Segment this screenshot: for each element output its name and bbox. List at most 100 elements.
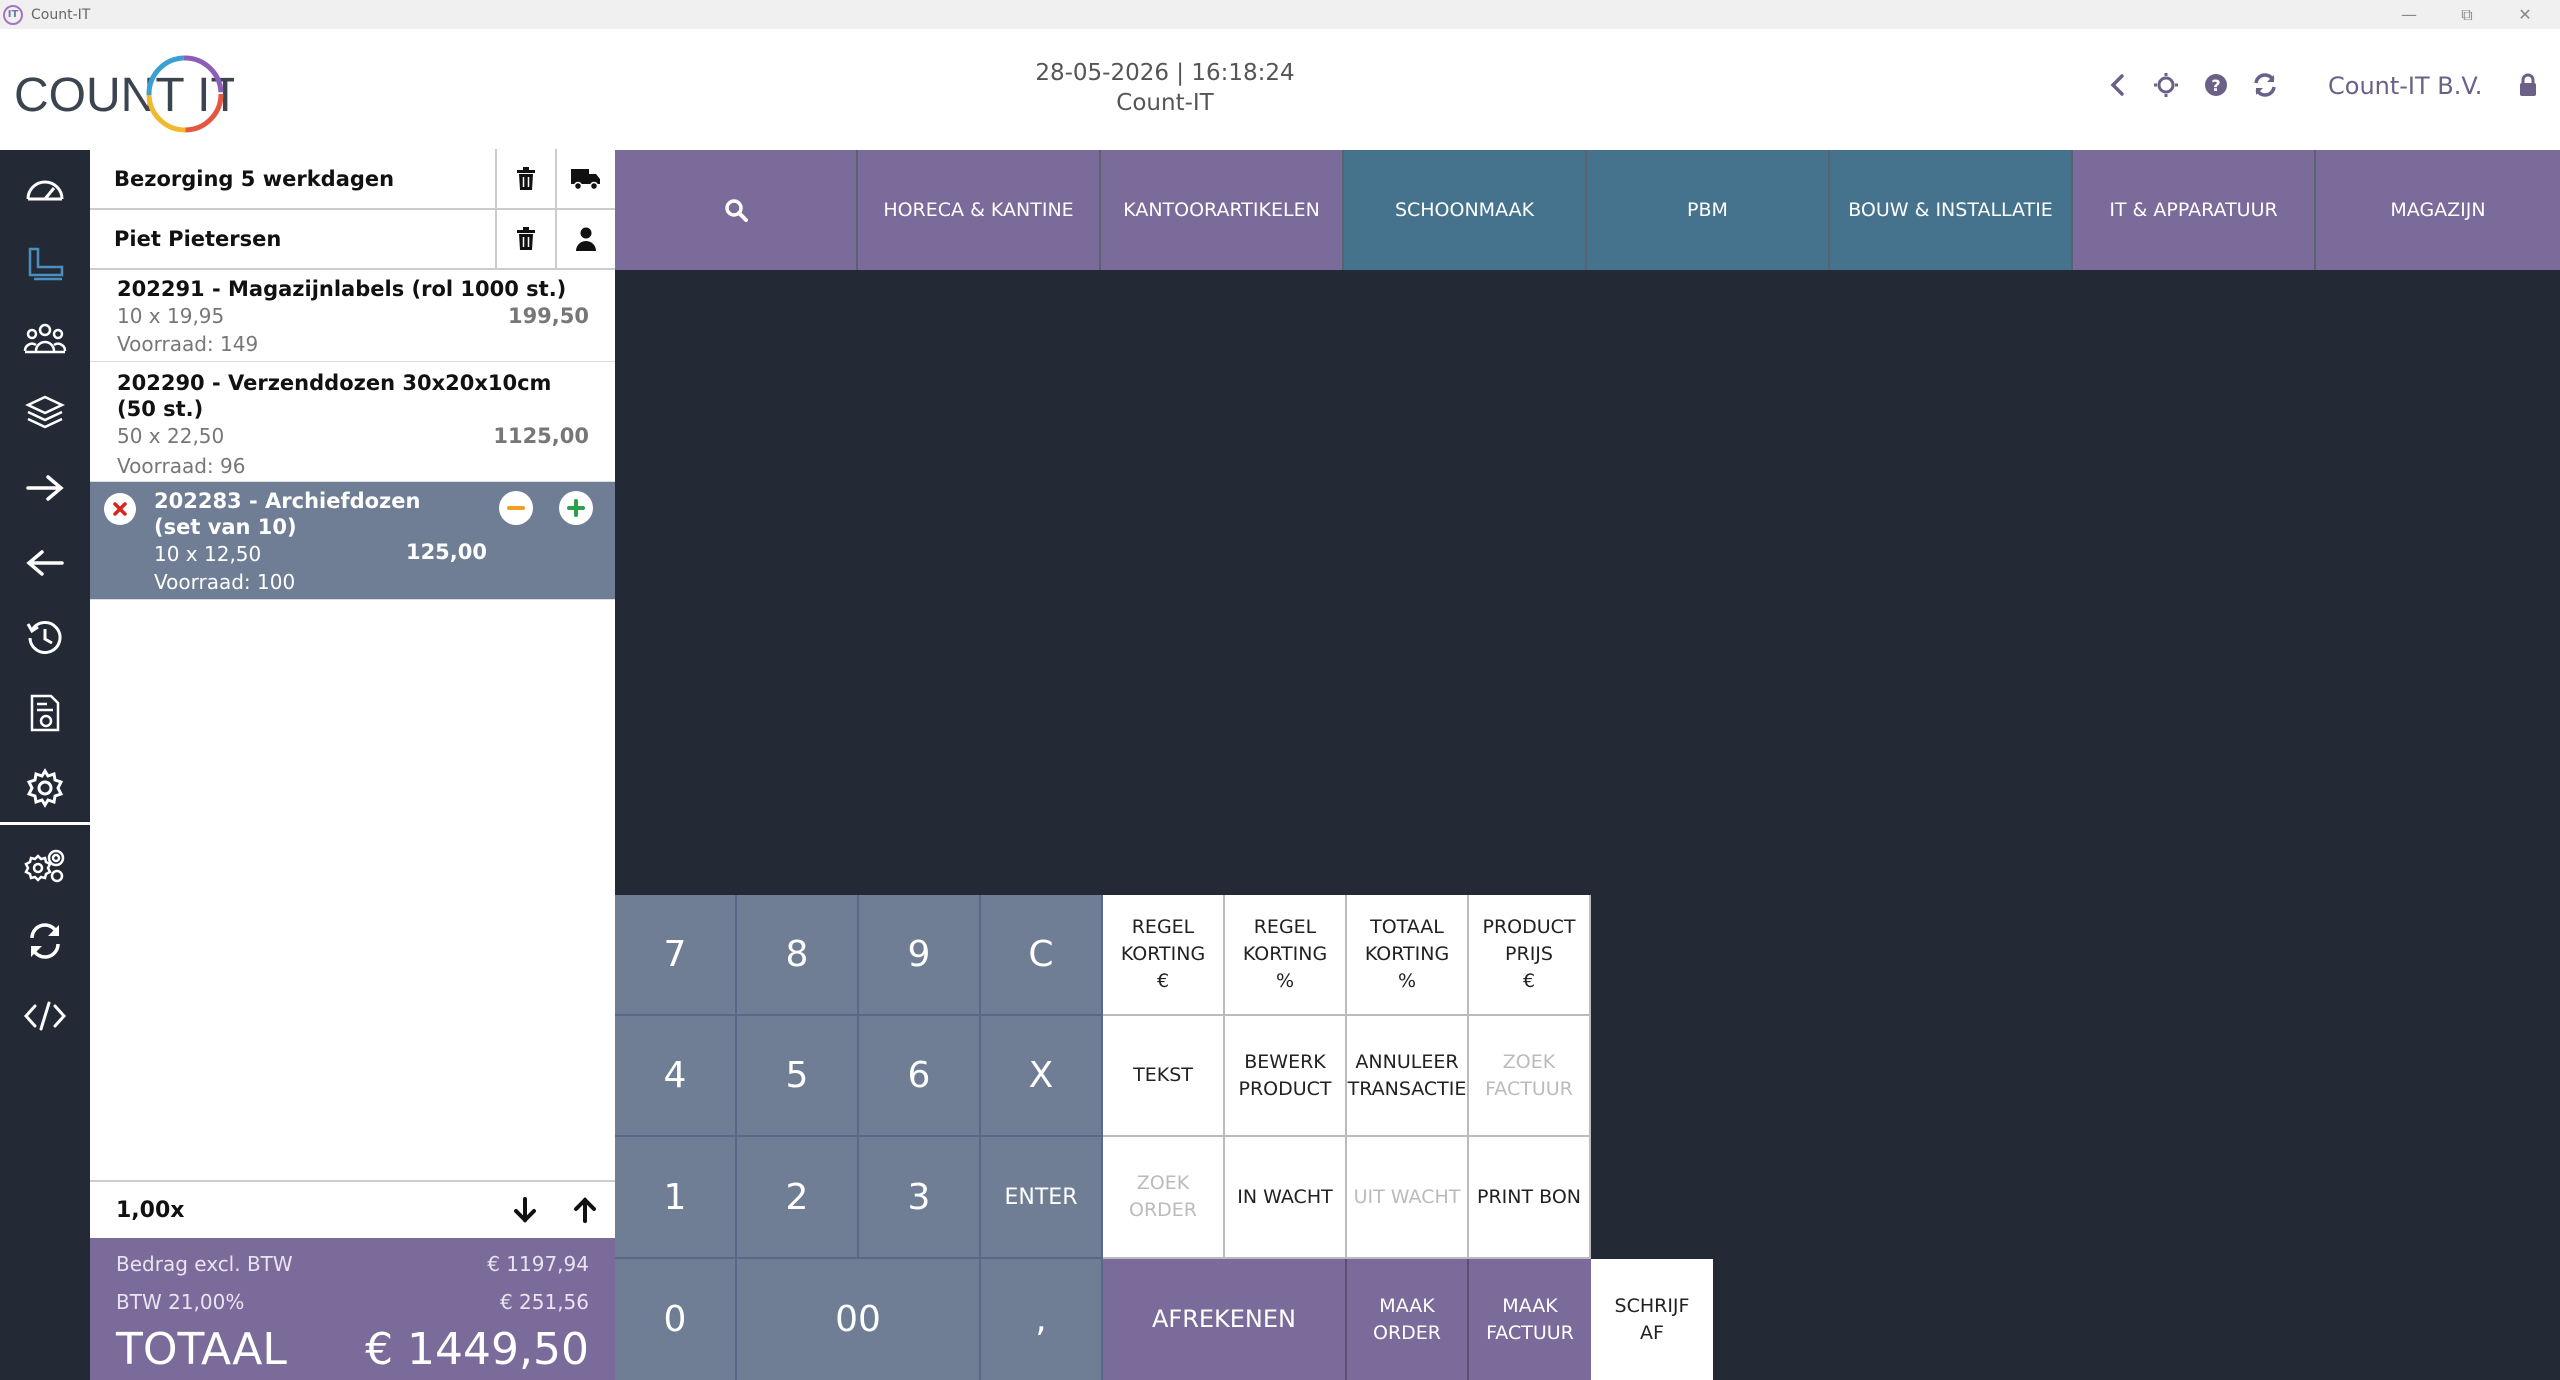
regel-korting-eur-button[interactable]: REGEL KORTING € (1103, 895, 1225, 1016)
key-8[interactable]: 8 (737, 895, 859, 1016)
minimize-button[interactable]: — (2380, 0, 2438, 29)
subtotal-value: € 1197,94 (487, 1252, 589, 1276)
delivery-truck-button[interactable] (555, 149, 615, 209)
quantity-down-button[interactable] (495, 1196, 555, 1224)
search-icon (724, 199, 748, 222)
category-bouw[interactable]: BOUW & INSTALLATIE (1830, 150, 2073, 270)
delete-customer-button[interactable] (495, 209, 555, 269)
header-subtitle: Count-IT (1116, 90, 1214, 116)
customer-row[interactable]: Piet Pietersen (90, 209, 615, 270)
sidebar-item-dashboard[interactable] (0, 150, 90, 225)
key-9[interactable]: 9 (859, 895, 981, 1016)
app-icon: IT (3, 4, 23, 25)
vat-line: BTW 21,00% € 251,56 (116, 1290, 589, 1314)
quantity-up-button[interactable] (555, 1196, 615, 1224)
report-icon (30, 694, 60, 731)
sidebar-item-history[interactable] (0, 600, 90, 675)
increase-qty-button[interactable] (558, 490, 594, 530)
sidebar-separator (0, 822, 90, 825)
sidebar-item-products[interactable] (0, 375, 90, 450)
key-2[interactable]: 2 (737, 1137, 859, 1259)
print-bon-button[interactable]: PRINT BON (1469, 1137, 1591, 1259)
item-qty-price: 10 x 12,50 (154, 542, 262, 566)
sidebar-item-settings[interactable] (0, 750, 90, 825)
zoek-order-button[interactable]: ZOEK ORDER (1103, 1137, 1225, 1259)
gear-icon (26, 767, 64, 808)
delete-delivery-button[interactable] (495, 149, 555, 209)
sidebar-item-advanced-settings[interactable] (0, 828, 90, 903)
key-5[interactable]: 5 (737, 1016, 859, 1137)
key-0[interactable]: 0 (615, 1259, 737, 1380)
bewerk-product-button[interactable]: BEWERK PRODUCT (1225, 1016, 1347, 1137)
sidebar-item-customers[interactable] (0, 300, 90, 375)
sidebar-item-register[interactable] (0, 225, 90, 300)
restore-button[interactable]: ⧉ (2438, 0, 2496, 29)
help-icon[interactable]: ? (2201, 70, 2231, 100)
refresh-icon[interactable] (2250, 70, 2280, 100)
lock-icon[interactable] (2513, 70, 2543, 100)
afrekenen-button[interactable]: AFREKENEN (1103, 1259, 1347, 1380)
arrow-up-icon (574, 1197, 596, 1223)
sidebar-item-checkin[interactable] (0, 450, 90, 525)
category-bar: HORECA & KANTINE KANTOORARTIKELEN SCHOON… (615, 150, 2560, 270)
datetime: 28-05-2026 | 16:18:24 (1035, 60, 1295, 86)
delivery-row[interactable]: Bezorging 5 werkdagen (90, 149, 615, 210)
in-wacht-button[interactable]: IN WACHT (1225, 1137, 1347, 1259)
cart-item[interactable]: 202290 - Verzenddozen 30x20x10cm (50 st.… (90, 362, 615, 482)
back-icon[interactable] (2103, 70, 2133, 100)
zoek-factuur-button[interactable]: ZOEK FACTUUR (1469, 1016, 1591, 1137)
item-stock: Voorraad: 149 (117, 332, 259, 356)
quantity-value: 1,00x (116, 1197, 185, 1223)
customer-label: Piet Pietersen (114, 227, 282, 251)
annuleer-transactie-button[interactable]: ANNULEER TRANSACTIE (1347, 1016, 1469, 1137)
brightness-icon[interactable] (2151, 70, 2181, 100)
product-prijs-button[interactable]: PRODUCT PRIJS € (1469, 895, 1591, 1016)
totaal-korting-pct-button[interactable]: TOTAAL KORTING% (1347, 895, 1469, 1016)
item-qty-price: 10 x 19,95 (117, 304, 225, 328)
key-3[interactable]: 3 (859, 1137, 981, 1259)
key-7[interactable]: 7 (615, 895, 737, 1016)
category-schoonmaak[interactable]: SCHOONMAAK (1344, 150, 1587, 270)
key-00[interactable]: 00 (737, 1259, 981, 1380)
regel-korting-pct-button[interactable]: REGEL KORTING% (1225, 895, 1347, 1016)
decrease-qty-button[interactable] (498, 490, 534, 530)
total-line: TOTAAL € 1449,50 (116, 1324, 589, 1375)
key-comma[interactable]: , (981, 1259, 1103, 1380)
sidebar-item-return[interactable] (0, 525, 90, 600)
key-4[interactable]: 4 (615, 1016, 737, 1137)
cart-item-selected[interactable]: 202283 - Archiefdozen (set van 10) 10 x … (90, 482, 615, 600)
key-1[interactable]: 1 (615, 1137, 737, 1259)
category-horeca[interactable]: HORECA & KANTINE (858, 150, 1101, 270)
arrow-left-icon (26, 549, 64, 576)
product-area: 7 8 9 C 4 5 6 X 1 2 3 ENTER 0 00 , REGEL… (615, 270, 2560, 1380)
tekst-button[interactable]: TEKST (1103, 1016, 1225, 1137)
cart-item[interactable]: 202291 - Magazijnlabels (rol 1000 st.) 1… (90, 272, 615, 362)
company-name[interactable]: Count-IT B.V. (2328, 72, 2482, 100)
window-titlebar: IT Count-IT — ⧉ ✕ (0, 0, 2560, 29)
maak-order-button[interactable]: MAAK ORDER (1347, 1259, 1469, 1380)
item-name: 202291 - Magazijnlabels (rol 1000 st.) (117, 277, 567, 301)
category-pbm[interactable]: PBM (1587, 150, 1830, 270)
sidebar-item-developer[interactable] (0, 978, 90, 1053)
key-enter[interactable]: ENTER (981, 1137, 1103, 1259)
key-clear[interactable]: C (981, 895, 1103, 1016)
category-kantoorartikelen[interactable]: KANTOORARTIKELEN (1101, 150, 1344, 270)
sidebar-item-reports[interactable] (0, 675, 90, 750)
sidebar-item-sync[interactable] (0, 903, 90, 978)
category-magazijn[interactable]: MAGAZIJN (2316, 150, 2560, 270)
sidebar (0, 150, 90, 1380)
trash-icon (517, 227, 535, 250)
close-window-button[interactable]: ✕ (2496, 0, 2554, 29)
key-times[interactable]: X (981, 1016, 1103, 1137)
vat-value: € 251,56 (499, 1290, 589, 1314)
key-6[interactable]: 6 (859, 1016, 981, 1137)
remove-item-button[interactable] (103, 492, 137, 530)
category-it[interactable]: IT & APPARATUUR (2073, 150, 2316, 270)
maak-factuur-button[interactable]: MAAK FACTUUR (1469, 1259, 1591, 1380)
customer-profile-button[interactable] (555, 209, 615, 269)
search-button[interactable] (615, 150, 858, 270)
schrijf-af-button[interactable]: SCHRIJF AF (1591, 1259, 1713, 1380)
vat-label: BTW 21,00% (116, 1290, 245, 1314)
uit-wacht-button[interactable]: UIT WACHT (1347, 1137, 1469, 1259)
minus-icon (499, 491, 533, 525)
